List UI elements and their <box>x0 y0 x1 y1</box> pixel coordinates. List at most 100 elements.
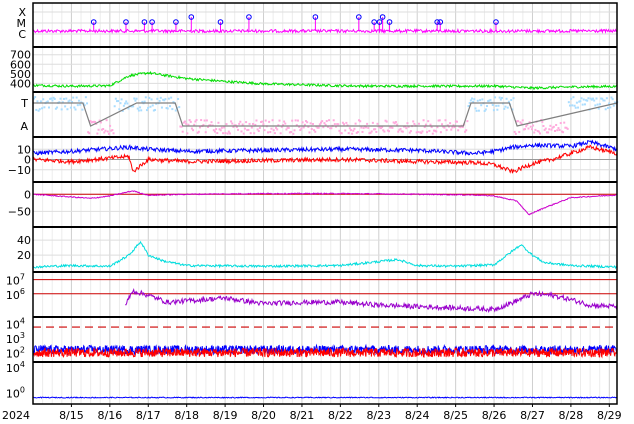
sector-point <box>479 99 482 102</box>
sector-point <box>124 102 127 105</box>
sector-point <box>227 130 230 133</box>
x-tick-label: 8/16 <box>97 409 122 422</box>
sector-point <box>220 126 223 129</box>
sector-point <box>38 108 41 111</box>
sector-point <box>604 108 607 111</box>
sector-point <box>401 130 404 133</box>
x-tick-label: 8/29 <box>597 409 622 422</box>
sector-point <box>500 96 503 99</box>
sector-point <box>76 104 79 107</box>
sector-point <box>197 130 200 133</box>
sector-point <box>238 122 241 125</box>
sector-point <box>139 106 142 109</box>
sector-point <box>376 122 379 125</box>
sector-point <box>160 106 163 109</box>
xray-background-line <box>32 27 618 35</box>
sector-point <box>524 128 527 131</box>
sector-point <box>88 132 91 135</box>
sector-point <box>79 103 82 106</box>
sector-toward-label: T <box>20 97 28 110</box>
sector-point <box>306 121 309 124</box>
sector-point <box>187 123 190 126</box>
sector-point <box>549 124 552 127</box>
sector-point <box>247 128 250 131</box>
sector-point <box>513 130 516 133</box>
sector-point <box>366 122 369 125</box>
sector-point <box>609 106 612 109</box>
sector-point <box>258 126 261 129</box>
imf-series-line <box>32 139 618 157</box>
sector-point <box>189 120 192 123</box>
sector-point <box>321 120 324 123</box>
sector-point <box>150 98 153 101</box>
sector-point <box>348 127 351 130</box>
sector-point <box>574 106 577 109</box>
sector-point <box>338 129 341 132</box>
x-tick-label: 8/21 <box>290 409 315 422</box>
kp-tick-label: 20 <box>17 249 31 262</box>
sector-point <box>237 128 240 131</box>
sector-point <box>285 128 288 131</box>
sector-point <box>39 100 42 103</box>
sector-point <box>471 97 473 100</box>
sector-point <box>325 120 328 123</box>
sector-point <box>555 123 558 126</box>
sector-point <box>466 120 469 123</box>
sector-point <box>496 108 499 111</box>
kp-tick-label: 40 <box>17 234 31 247</box>
sector-point <box>195 119 198 122</box>
sector-point <box>328 119 331 122</box>
sector-point <box>223 126 226 129</box>
sector-point <box>75 96 78 99</box>
plot-frame <box>32 2 618 405</box>
sector-point <box>293 129 296 132</box>
sector-point <box>495 104 498 107</box>
sector-point <box>112 132 115 135</box>
sector-point <box>449 122 452 125</box>
frame-layer <box>32 2 618 407</box>
sector-point <box>59 97 62 100</box>
sector-point <box>158 99 161 102</box>
series-layer <box>32 14 619 399</box>
sector-point <box>586 99 589 102</box>
sector-point <box>248 122 251 125</box>
sector-point <box>149 105 152 108</box>
sector-point <box>559 122 562 125</box>
sector-point <box>351 132 354 135</box>
sector-point <box>170 96 173 99</box>
sector-point <box>333 123 336 126</box>
sector-point <box>598 103 601 106</box>
sector-point <box>68 99 71 102</box>
sector-point <box>573 104 576 107</box>
sector-point <box>126 102 129 105</box>
sector-point <box>510 99 513 102</box>
sector-point <box>119 102 122 105</box>
x-tick-label: 8/18 <box>174 409 199 422</box>
sector-point <box>563 121 566 124</box>
sector-point <box>159 96 162 99</box>
sector-point <box>568 104 571 107</box>
sector-point <box>504 105 507 108</box>
sector-point <box>465 129 468 132</box>
sector-point <box>426 131 429 134</box>
sector-point <box>73 106 76 109</box>
sector-point <box>388 130 391 133</box>
wind-speed-series-line <box>32 70 618 91</box>
sector-point <box>225 123 228 126</box>
sector-point <box>579 100 582 103</box>
sector-point <box>438 119 441 122</box>
sector-point <box>183 120 186 123</box>
sector-point <box>188 119 191 122</box>
sector-point <box>272 129 275 132</box>
sector-point <box>164 98 167 101</box>
sector-point <box>332 119 335 122</box>
sector-point <box>413 122 416 125</box>
grid-layer <box>33 3 617 404</box>
sector-point <box>550 128 553 131</box>
sector-point <box>62 97 65 100</box>
xray-tick-exponent: 0 <box>20 386 25 395</box>
sector-point <box>74 108 77 111</box>
sector-point <box>104 129 107 132</box>
sector-point <box>94 120 97 123</box>
sector-point <box>517 120 520 123</box>
